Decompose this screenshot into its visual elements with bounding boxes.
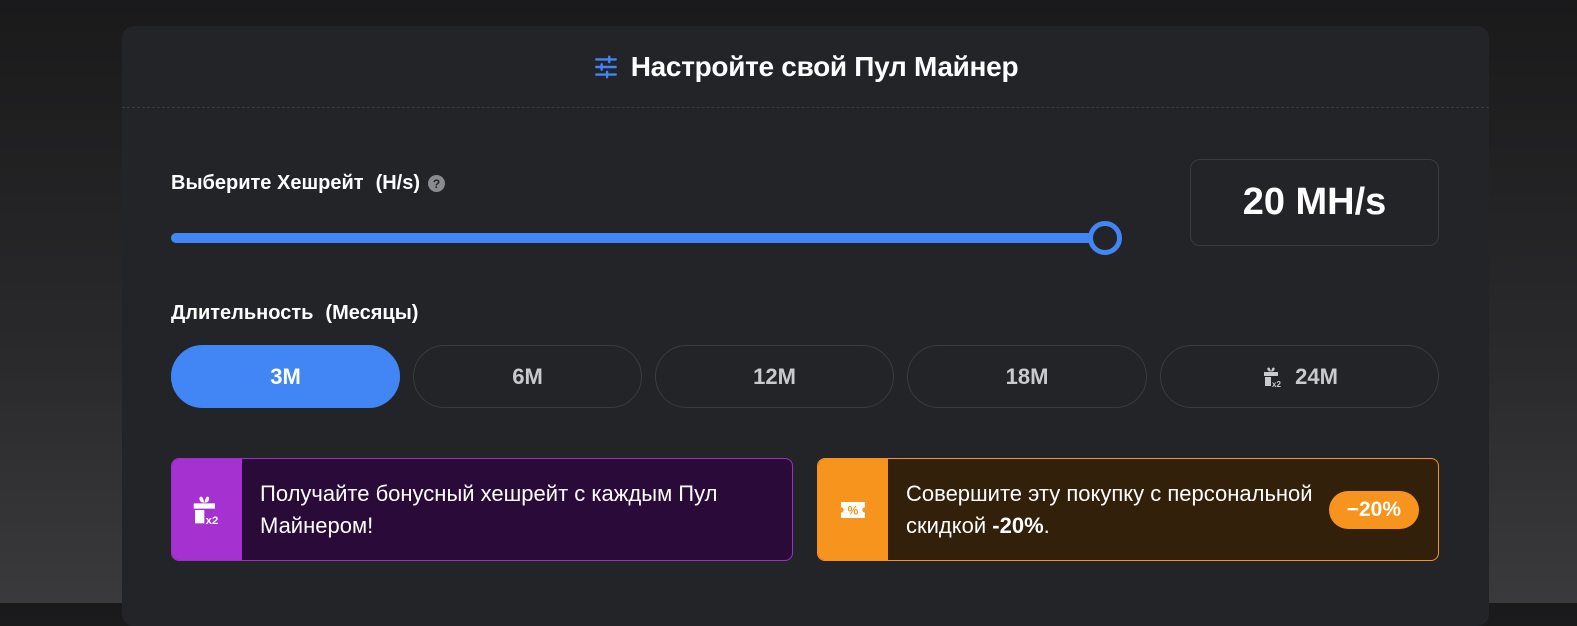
duration-option-24m[interactable]: x2 24M [1160,345,1439,408]
duration-option-label: 6M [512,363,543,389]
duration-option-label: 3M [270,363,301,389]
discount-text-main: Совершите эту покупку с персональной ски… [906,480,1313,538]
hashrate-slider-fill [171,233,1105,243]
duration-unit: (Месяцы) [325,302,419,324]
hashrate-value-display: 20 MH/s [1190,159,1439,246]
discount-text-before: Совершите эту покупку с персональной ски… [906,478,1329,542]
hashrate-label-text: Выберите Хешрейт [171,172,364,194]
duration-option-label: 12M [753,363,796,389]
hashrate-slider[interactable] [171,221,1122,255]
bonus-banner-text: Получайте бонусный хешрейт с каждым Пул … [260,480,718,538]
bonus-icon-column: x2 [172,459,242,560]
duration-option-6m[interactable]: 6M [413,345,642,408]
duration-option-label: 18M [1005,363,1049,389]
hashrate-unit: (H/s) [375,172,421,194]
discount-icon-column: % [818,459,888,560]
duration-option-3m[interactable]: 3M [171,345,400,408]
duration-option-18m[interactable]: 18M [907,345,1147,408]
discount-banner: % Совершите эту покупку с персональной с… [817,458,1439,561]
settings-sliders-icon [594,55,617,78]
discount-banner-text: Совершите эту покупку с персональной ски… [888,459,1329,560]
hashrate-label: Выберите Хешрейт (H/s) ? [171,172,446,195]
coupon-percent-icon: % [841,501,865,518]
gift-x2-icon: x2 [193,496,219,526]
discount-text-end: . [1043,512,1050,538]
card-header: Настройте свой Пул Майнер [122,26,1489,108]
hashrate-slider-thumb[interactable] [1088,221,1122,255]
configurator-card: Настройте свой Пул Майнер Выберите Хешре… [122,26,1489,626]
page-title: Настройте свой Пул Майнер [630,50,1019,82]
question-icon[interactable]: ? [428,175,446,192]
duration-label: Длительность (Месяцы) [171,302,418,325]
duration-option-12m[interactable]: 12M [655,345,894,408]
duration-label-text: Длительность [171,302,314,324]
svg-text:x2: x2 [1272,380,1281,389]
svg-text:x2: x2 [206,515,219,526]
duration-option-label: 24M [1295,363,1338,389]
discount-badge: −20% [1328,490,1419,529]
svg-text:%: % [848,503,859,517]
discount-percent-inline: -20% [992,512,1044,538]
bonus-hashrate-banner: x2 Получайте бонусный хешрейт с каждым П… [171,458,793,561]
gift-x2-icon: x2 [1264,367,1282,389]
duration-options: 3M 6M 12M 18M x2 24M [171,345,1439,408]
